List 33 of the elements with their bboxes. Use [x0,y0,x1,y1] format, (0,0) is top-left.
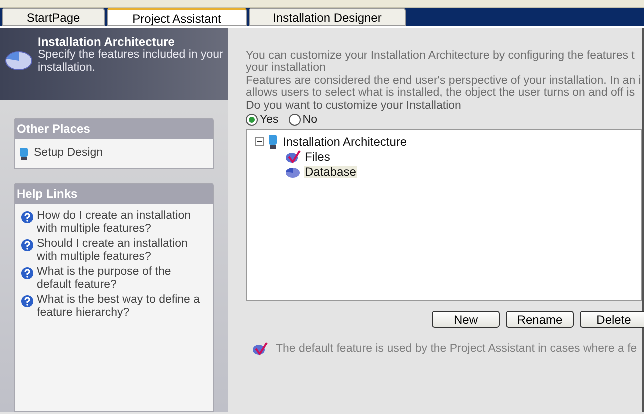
checked-feature-icon [252,342,268,356]
computer-icon [267,134,279,150]
tab[interactable]: Project Assistant [107,8,247,26]
tree-item[interactable]: Database [304,166,358,178]
help-link[interactable]: Should I create an installation with multiple features? [37,238,207,264]
help-link[interactable]: What is the purpose of the default feature? [37,266,207,292]
help-link[interactable]: How do I create an installation with multiple features? [37,210,207,236]
help-icon [21,239,34,252]
computer-icon [19,146,29,161]
radio-option[interactable]: No [288,114,318,126]
note-text: The default feature is used by the Project Assistant in cases where a fe [276,343,638,355]
radio-option[interactable]: Yes [246,114,279,126]
checked-feature-icon [285,150,301,164]
header-title: Installation Architecture [38,36,176,49]
expander-icon[interactable] [255,137,264,146]
dialog-button[interactable]: Rename [506,311,574,328]
place-link[interactable]: Setup Design [34,145,104,162]
help-link[interactable]: What is the best way to define a feature hierarchy? [37,294,207,320]
dialog-button[interactable]: Delete [580,311,644,328]
header-subtitle: Specify the features included in your installation. [38,49,224,75]
question-text: Do you want to customize your Installation [246,100,462,112]
help-icon [21,295,34,308]
help-icon [21,211,34,224]
help-icon [21,267,34,280]
tab[interactable]: StartPage [2,8,105,26]
intro-paragraph: You can customize your Installation Architecture by configuring the features t your installation [246,50,636,74]
tree-item[interactable]: Installation Architecture [282,136,408,148]
tree-item[interactable]: Files [304,150,332,162]
features-paragraph: Features are considered the end user's perspective of your installation. In an i allows users to select what is installed, the object the user turns on and off is [246,75,642,99]
panel-heading: Help Links [15,184,213,204]
dialog-button[interactable]: New [432,311,500,328]
panel-heading: Other Places [15,119,213,139]
tab[interactable]: Installation Designer [249,8,406,26]
